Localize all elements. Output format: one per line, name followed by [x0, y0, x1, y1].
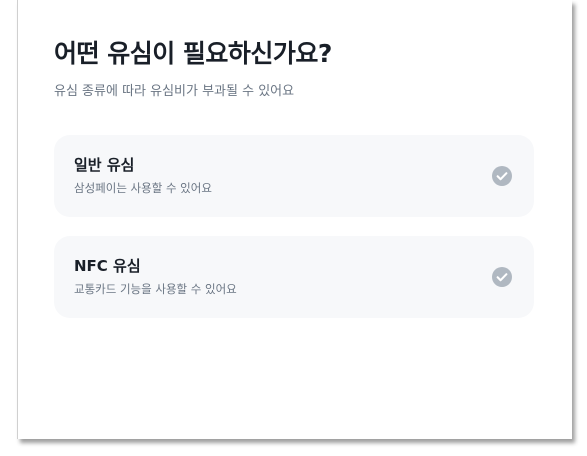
- option-card-regular-usim[interactable]: 일반 유심 삼성페이는 사용할 수 있어요: [54, 135, 534, 217]
- page-title: 어떤 유심이 필요하신가요?: [54, 39, 332, 68]
- option-card-nfc-usim[interactable]: NFC 유심 교통카드 기능을 사용할 수 있어요: [54, 236, 534, 318]
- option-title: 일반 유심: [74, 156, 135, 174]
- content-area: 어떤 유심이 필요하신가요? 유심 종류에 따라 유심비가 부과될 수 있어요 …: [54, 36, 534, 318]
- usim-option-list: 일반 유심 삼성페이는 사용할 수 있어요 NFC 유심 교통카드 기능을 사용…: [54, 135, 534, 318]
- check-circle-icon: [492, 267, 512, 287]
- option-title: NFC 유심: [74, 257, 141, 275]
- page-subtitle: 유심 종류에 따라 유심비가 부과될 수 있어요: [54, 84, 295, 99]
- option-description: 교통카드 기능을 사용할 수 있어요: [74, 282, 237, 296]
- option-description: 삼성페이는 사용할 수 있어요: [74, 181, 212, 195]
- modal-container: 어떤 유심이 필요하신가요? 유심 종류에 따라 유심비가 부과될 수 있어요 …: [17, 0, 572, 439]
- check-circle-icon: [492, 166, 512, 186]
